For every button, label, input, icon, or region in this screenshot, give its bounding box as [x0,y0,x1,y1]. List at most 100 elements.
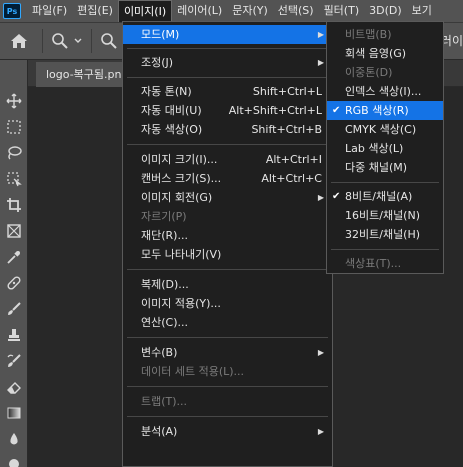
menu-item-auto-contrast[interactable]: 자동 대비(U) Alt+Shift+Ctrl+L [123,101,332,120]
home-button[interactable] [4,26,34,56]
move-tool[interactable] [5,92,23,110]
menu-item-analysis[interactable]: 분석(A) ▶ [123,422,332,441]
lasso-icon [8,146,22,160]
eraser-tool[interactable] [5,378,23,396]
submenu-item-grayscale[interactable]: 회색 음영(G) [327,44,443,63]
menu-item-trap: 트랩(T)... [123,392,332,411]
menu-item-label: 32비트/채널(H) [345,228,421,241]
photoshop-logo: Ps [3,3,21,19]
menu-item-label: 자르기(P) [141,210,187,223]
brush-tool[interactable] [5,300,23,318]
menu-bar: Ps 파일(F) 편집(E) 이미지(I) 레이어(L) 문자(Y) 선택(S)… [0,0,463,22]
menu-item-trim[interactable]: 재단(R)... [123,226,332,245]
menu-item-label: 조정(J) [141,56,174,69]
home-icon [11,34,27,48]
marquee-icon [7,120,21,134]
menu-item-label: 모드(M) [141,28,180,41]
document-tab[interactable]: logo-복구됨.pn [36,62,132,87]
submenu-arrow-icon: ▶ [317,427,324,436]
frame-tool[interactable] [5,222,23,240]
submenu-item-16-bits[interactable]: 16비트/채널(N) [327,206,443,225]
submenu-item-cmyk-color[interactable]: CMYK 색상(C) [327,120,443,139]
menu-item-label: 캔버스 크기(S)... [141,172,222,185]
menu-item-label: 인덱스 색상(I)... [345,85,422,98]
menu-item-variables[interactable]: 변수(B) ▶ [123,343,332,362]
menu-item-auto-tone[interactable]: 자동 톤(N) Shift+Ctrl+L [123,82,332,101]
crop-icon [7,198,21,212]
brush-icon [8,302,21,315]
menu-item-auto-color[interactable]: 자동 색상(O) Shift+Ctrl+B [123,120,332,139]
submenu-arrow-icon: ▶ [317,348,324,357]
menu-item-reveal-all[interactable]: 모두 나타내기(V) [123,245,332,264]
menu-item-mode[interactable]: 모드(M) ▶ [123,25,332,44]
menu-separator [331,249,439,250]
menu-layer[interactable]: 레이어(L) [172,0,227,22]
menu-item-adjustments[interactable]: 조정(J) ▶ [123,53,332,72]
menu-item-label: 트랩(T)... [141,395,188,408]
eyedropper-tool[interactable] [5,248,23,266]
menu-item-label: 이미지 회전(G) [141,191,213,204]
submenu-item-rgb-color[interactable]: ✔ RGB 색상(R) [327,101,443,120]
submenu-item-multichannel[interactable]: 다중 채널(M) [327,158,443,177]
chevron-down-icon [74,38,82,43]
divider [42,29,43,53]
menu-item-label: 데이터 세트 적용(L)... [141,365,245,378]
healing-brush-tool[interactable] [5,274,23,292]
menu-item-label: 자동 대비(U) [141,104,202,117]
menu-separator [331,182,439,183]
mode-submenu: 비트맵(B) 회색 음영(G) 이중톤(D) 인덱스 색상(I)... ✔ RG… [326,21,444,274]
submenu-item-32-bits[interactable]: 32비트/채널(H) [327,225,443,244]
menu-type[interactable]: 문자(Y) [227,0,273,22]
object-selection-tool[interactable] [5,170,23,188]
menu-item-label: 회색 음영(G) [345,47,407,60]
submenu-item-color-table: 색상표(T)... [327,254,443,273]
menu-item-label: 이미지 크기(I)... [141,153,218,166]
menu-item-label: 복제(D)... [141,278,189,291]
checkmark-icon: ✔ [332,105,341,116]
menu-item-canvas-size[interactable]: 캔버스 크기(S)... Alt+Ctrl+C [123,169,332,188]
menu-item-label: 변수(B) [141,346,178,359]
zoom-in-icon[interactable] [100,32,118,50]
marquee-tool[interactable] [5,118,23,136]
menu-item-image-rotation[interactable]: 이미지 회전(G) ▶ [123,188,332,207]
submenu-item-8-bits[interactable]: ✔ 8비트/채널(A) [327,187,443,206]
zoom-tool-preset[interactable] [51,32,83,50]
menu-separator [127,337,328,338]
submenu-arrow-icon: ▶ [317,193,324,202]
menu-item-calculations[interactable]: 연산(C)... [123,313,332,332]
menu-separator [127,269,328,270]
menu-item-crop: 자르기(P) [123,207,332,226]
history-brush-tool[interactable] [5,352,23,370]
zoom-icon [52,33,68,49]
menu-item-label: 모두 나타내기(V) [141,248,222,261]
menu-file[interactable]: 파일(F) [27,0,72,22]
menu-item-apply-image[interactable]: 이미지 적용(Y)... [123,294,332,313]
menu-view[interactable]: 보기 [407,0,437,22]
menu-filter[interactable]: 필터(T) [319,0,365,22]
crop-tool[interactable] [5,196,23,214]
blur-tool[interactable] [5,430,23,448]
submenu-item-indexed-color[interactable]: 인덱스 색상(I)... [327,82,443,101]
divider [91,29,92,53]
object-selection-icon [7,172,22,187]
dodge-tool[interactable] [5,454,23,467]
menu-separator [127,416,328,417]
menu-item-shortcut: Shift+Ctrl+L [252,85,322,98]
menu-edit[interactable]: 편집(E) [72,0,118,22]
submenu-item-duotone: 이중톤(D) [327,63,443,82]
submenu-item-bitmap: 비트맵(B) [327,25,443,44]
menu-item-label: 8비트/채널(A) [345,190,413,203]
bandage-icon [7,276,21,290]
image-menu-dropdown: 모드(M) ▶ 조정(J) ▶ 자동 톤(N) Shift+Ctrl+L 자동 … [122,21,333,467]
clone-stamp-tool[interactable] [5,326,23,344]
menu-3d[interactable]: 3D(D) [364,0,407,22]
menu-image[interactable]: 이미지(I) [117,0,173,22]
menu-select[interactable]: 선택(S) [273,0,319,22]
menu-item-image-size[interactable]: 이미지 크기(I)... Alt+Ctrl+I [123,150,332,169]
gradient-tool[interactable] [5,404,23,422]
menu-item-duplicate[interactable]: 복제(D)... [123,275,332,294]
menu-item-shortcut: Alt+Ctrl+I [265,153,322,166]
submenu-item-lab-color[interactable]: Lab 색상(L) [327,139,443,158]
lasso-tool[interactable] [5,144,23,162]
menu-item-label: 재단(R)... [141,229,188,242]
